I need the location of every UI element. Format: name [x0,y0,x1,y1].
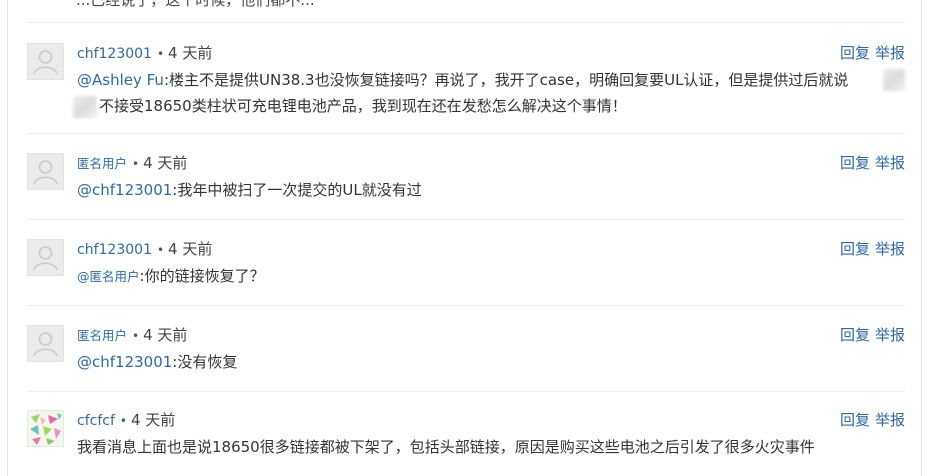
report-link[interactable]: 举报 [875,240,905,258]
comment-item: 匿名用户 • 4 天前 回复 举报 @chf123001:没有恢复 [27,325,905,380]
default-avatar-icon[interactable] [27,239,64,276]
separator-dot: • [156,243,165,257]
reply-link[interactable]: 回复 [840,411,870,429]
default-avatar-icon[interactable] [27,43,64,80]
redacted-text [883,69,905,91]
report-link[interactable]: 举报 [875,154,905,172]
comment-meta: 匿名用户 • 4 天前 [77,153,187,173]
divider [27,305,905,306]
username-link[interactable]: chf123001 [77,242,152,258]
comment-meta: 匿名用户 • 4 天前 [77,325,187,345]
divider [27,391,905,392]
reply-link[interactable]: 回复 [840,326,870,344]
comment-text: :没有恢复 [172,353,238,371]
timestamp: 4 天前 [143,154,188,172]
mention-link[interactable]: @chf123001 [77,181,172,199]
divider [27,22,905,23]
username-link[interactable]: 匿名用户 [77,328,127,343]
partial-comment-text: ...已经说了，这个时候，他们都不... [76,0,315,9]
separator-dot: • [132,329,140,343]
comment-meta: chf123001 • 4 天前 [77,239,212,259]
mention-link[interactable]: @Ashley Fu [77,71,164,89]
comment-text: :我年中被扫了一次提交的UL就没有过 [172,181,422,199]
reply-link[interactable]: 回复 [840,44,870,62]
comment-meta: chf123001 • 4 天前 [77,43,212,63]
mention-link[interactable]: @chf123001 [77,353,172,371]
separator-dot: • [156,47,165,61]
reply-link[interactable]: 回复 [840,240,870,258]
comment-actions: 回复 举报 [835,410,905,430]
timestamp: 4 天前 [143,326,188,344]
timestamp: 4 天前 [130,411,176,429]
comment-body: @匿名用户:你的链接恢复了？ [77,263,905,290]
username-link[interactable]: cfcfcf [77,413,115,429]
comment-list: ...已经说了，这个时候，他们都不... chf123001 • 4 天前 回复 举报… [7,0,922,476]
username-link[interactable]: 匿名用户 [77,156,127,171]
mention-link[interactable]: @匿名用户 [77,269,140,284]
redacted-text [73,95,97,118]
default-avatar-icon[interactable] [27,153,64,190]
separator-dot: • [119,414,127,428]
comment-actions: 回复 举报 [835,239,905,259]
comment-item: cfcfcf • 4 天前 回复 举报 我看消息上面也是说18650很多链接都被下架了… [27,410,905,470]
separator-dot: • [132,157,140,171]
comment-item: 匿名用户 • 4 天前 回复 举报 @chf123001:我年中被扫了一次提交的UL就… [27,153,905,208]
report-link[interactable]: 举报 [875,411,905,429]
comment-item: chf123001 • 4 天前 回复 举报 @Ashley Fu:楼主不是提供UN3… [27,43,905,123]
comment-body: 我看消息上面也是说18650很多链接都被下架了，包括头部链接，原因是购买这些电池… [77,434,905,460]
username-link[interactable]: chf123001 [77,46,152,62]
report-link[interactable]: 举报 [875,44,905,62]
comment-actions: 回复 举报 [835,325,905,345]
comment-text: :楼主不是提供UN38.3也没恢复链接吗？再说了，我开了case，明确回复要UL… [163,71,849,89]
reply-link[interactable]: 回复 [840,154,870,172]
comment-text: :你的链接恢复了？ [139,267,265,285]
comment-text: 不接受18650类柱状可充电锂电池产品，我到现在还在发愁怎么解决这个事情！ [99,97,627,115]
comment-meta: cfcfcf • 4 天前 [77,410,175,430]
comment-text: 我看消息上面也是说18650很多链接都被下架了，包括头部链接，原因是购买这些电池… [77,438,815,456]
pattern-avatar-icon[interactable] [27,410,64,447]
divider [27,133,905,134]
default-avatar-icon[interactable] [27,325,64,362]
comment-body: @chf123001:没有恢复 [77,349,905,375]
divider [27,219,905,220]
comment-body: @chf123001:我年中被扫了一次提交的UL就没有过 [77,177,905,203]
timestamp: 4 天前 [168,240,213,258]
comment-actions: 回复 举报 [835,43,905,63]
comment-body: @Ashley Fu:楼主不是提供UN38.3也没恢复链接吗？再说了，我开了ca… [73,67,905,119]
comment-actions: 回复 举报 [835,153,905,173]
timestamp: 4 天前 [168,44,213,62]
report-link[interactable]: 举报 [875,326,905,344]
comment-item: chf123001 • 4 天前 回复 举报 @匿名用户:你的链接恢复了？ [27,239,905,294]
